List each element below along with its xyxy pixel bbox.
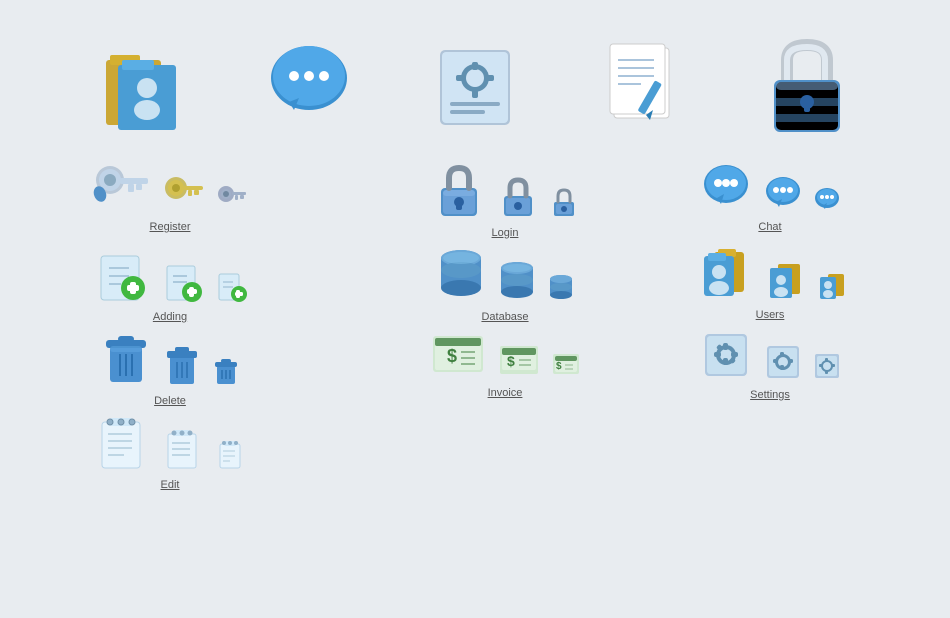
chat-icon-med2 [763,174,803,217]
edit-icon-med2 [162,426,206,475]
login-icon-large [431,160,487,223]
delete-icon-small [212,356,240,391]
invoice-icon-large: $ [429,328,487,383]
register-icon-small [216,182,248,217]
settings-group: Settings [670,328,870,407]
adding-icon-small [215,270,247,307]
invoice-icon-med: $ [497,340,541,383]
lock-icon-large [752,30,862,140]
adding-group: Adding [20,244,320,323]
edit-label: Edit [161,479,180,491]
database-icon-small [547,272,575,307]
users-label: Users [756,309,785,321]
users-icon-large [88,30,198,140]
users-group: Users [670,244,870,323]
settings-icon-large2 [699,328,753,385]
settings-label: Settings [750,389,790,401]
invoice-label: Invoice [488,387,523,399]
svg-text:$: $ [556,361,562,372]
adding-label: Adding [153,311,187,323]
settings-icon-med2 [763,342,803,385]
edit-icon-large [586,30,696,140]
delete-label: Delete [154,395,186,407]
login-icon-med [497,174,539,223]
database-group: Database [380,244,630,323]
register-icon-med [162,172,206,217]
edit-icon-large2 [94,412,152,475]
delete-group: Delete [20,328,320,407]
users-icon-small2 [816,270,846,305]
users-icon-med2 [762,258,806,305]
settings-icon-small2 [813,352,841,385]
login-label: Login [492,227,519,239]
invoice-icon-small: $ [551,350,581,383]
register-group: Register [20,160,320,239]
chat-group: Chat [670,160,870,239]
database-icon-large [435,244,487,307]
register-label: Register [150,221,191,233]
users-icon-large2 [694,244,752,305]
chat-label: Chat [758,221,781,233]
chat-icon-large2 [699,160,753,217]
chat-icon-small2 [813,186,841,217]
edit-group: Edit [20,412,320,491]
database-icon-med [497,258,537,307]
register-icon-large [92,160,152,217]
chat-icon-large [254,30,364,140]
database-label: Database [481,311,528,323]
invoice-group: $ $ [380,328,630,407]
delete-icon-large [100,328,152,391]
svg-text:$: $ [507,353,515,369]
edit-icon-small2 [216,438,246,475]
adding-icon-large [93,244,151,307]
delete-icon-med [162,342,202,391]
adding-icon-med [161,258,205,307]
svg-text:$: $ [447,346,457,366]
settings-icon-large [420,30,530,140]
login-icon-small [549,186,579,223]
login-group: Login [380,160,630,239]
